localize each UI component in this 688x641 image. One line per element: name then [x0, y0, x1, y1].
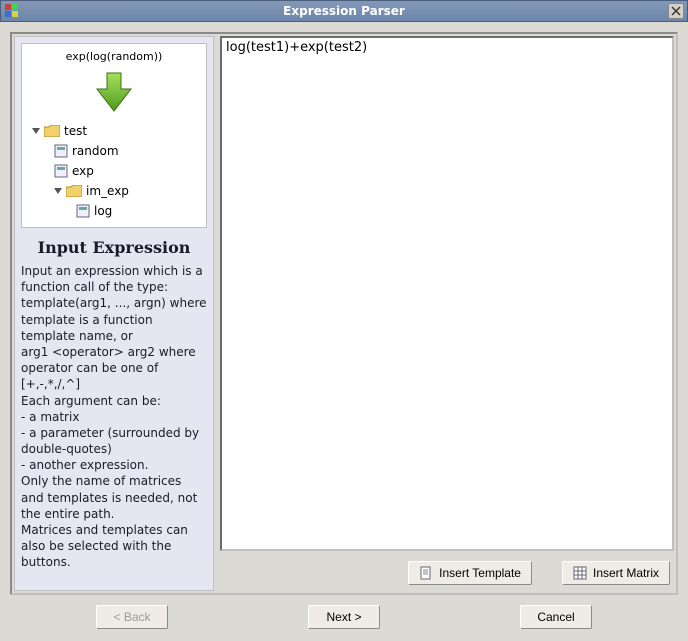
- tree-item-random[interactable]: random: [32, 141, 202, 161]
- template-icon: [54, 164, 68, 178]
- insert-buttons-row: Insert Template Insert Matrix: [220, 557, 674, 591]
- close-icon: [671, 6, 681, 16]
- right-pane: log(test1)+exp(test2) Insert Template In…: [220, 36, 674, 591]
- window-body: exp(log(random)): [0, 22, 688, 641]
- chevron-down-icon: [54, 188, 62, 194]
- button-label: Insert Matrix: [593, 566, 659, 580]
- tree-panel: exp(log(random)): [21, 43, 207, 228]
- tree-label: exp: [72, 164, 94, 178]
- folder-icon: [66, 185, 82, 197]
- template-icon: [76, 204, 90, 218]
- help-title: Input Expression: [19, 238, 209, 257]
- tree-item-exp[interactable]: exp: [32, 161, 202, 181]
- grid-icon: [573, 566, 587, 580]
- insert-template-button[interactable]: Insert Template: [408, 561, 532, 585]
- button-label: Cancel: [537, 610, 574, 624]
- tree[interactable]: test random exp: [26, 121, 202, 221]
- template-icon: [54, 144, 68, 158]
- close-button[interactable]: [668, 3, 684, 19]
- tree-label: im_exp: [86, 184, 129, 198]
- titlebar: Expression Parser: [0, 0, 688, 22]
- tree-item-log[interactable]: log: [32, 201, 202, 221]
- folder-icon: [44, 125, 60, 137]
- button-label: Next >: [326, 610, 361, 624]
- cancel-button[interactable]: Cancel: [520, 605, 592, 629]
- tree-folder-test[interactable]: test: [32, 121, 202, 141]
- insert-matrix-button[interactable]: Insert Matrix: [562, 561, 670, 585]
- document-icon: [419, 566, 433, 580]
- tree-label: test: [64, 124, 87, 138]
- insert-arrow-icon: [26, 67, 202, 121]
- left-pane: exp(log(random)): [14, 36, 214, 591]
- app-icon: [4, 3, 20, 19]
- next-button[interactable]: Next >: [308, 605, 380, 629]
- chevron-down-icon: [32, 128, 40, 134]
- window-title: Expression Parser: [20, 4, 668, 18]
- help-body: Input an expression which is a function …: [19, 263, 209, 571]
- tree-label: random: [72, 144, 119, 158]
- wizard-buttons: < Back Next > Cancel: [10, 595, 678, 631]
- main-panel: exp(log(random)): [10, 32, 678, 595]
- expression-input[interactable]: log(test1)+exp(test2): [220, 36, 674, 551]
- tree-header: exp(log(random)): [26, 48, 202, 67]
- tree-folder-im-exp[interactable]: im_exp: [32, 181, 202, 201]
- back-button: < Back: [96, 605, 168, 629]
- button-label: Insert Template: [439, 566, 521, 580]
- button-label: < Back: [113, 610, 150, 624]
- tree-label: log: [94, 204, 112, 218]
